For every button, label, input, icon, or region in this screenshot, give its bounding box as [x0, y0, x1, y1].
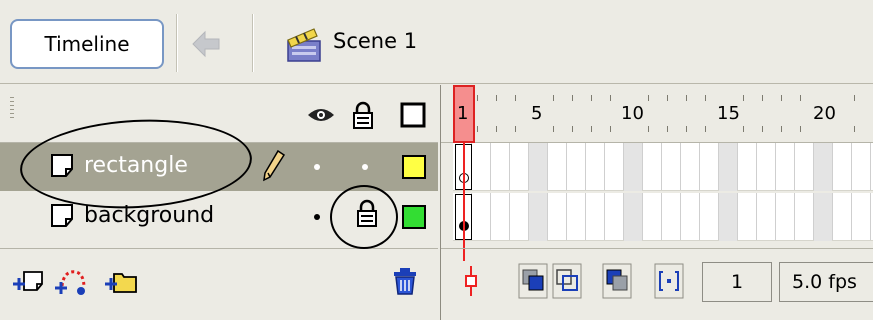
add-motion-guide-icon[interactable]	[54, 266, 88, 296]
ruler-label: 20	[813, 103, 836, 124]
visibility-dot[interactable]	[314, 164, 320, 170]
timeline-toolbar: Timeline Scene 1	[0, 0, 873, 84]
trash-icon[interactable]	[388, 266, 422, 296]
layer-icon	[51, 154, 73, 177]
onion-skin-outlines-icon[interactable]	[551, 262, 583, 300]
layer-panel: rectangle background	[0, 85, 438, 320]
toolbar-divider	[252, 14, 254, 72]
playhead-line	[463, 143, 465, 261]
outline-icon[interactable]	[398, 100, 428, 130]
frames-panel: 5 10 15 20 1 1 5.0 fps	[440, 85, 873, 320]
scene-clapperboard-icon	[287, 28, 321, 62]
current-frame-field[interactable]: 1	[702, 262, 772, 302]
insert-layer-folder-icon[interactable]	[104, 266, 138, 296]
layer-name[interactable]: background	[84, 203, 214, 228]
ruler-label: 15	[717, 103, 740, 124]
layer-row-background[interactable]: background	[0, 193, 438, 241]
edit-multiple-frames-icon[interactable]	[601, 262, 633, 300]
eye-icon[interactable]	[306, 100, 336, 130]
pencil-icon	[263, 149, 286, 182]
layer-row-rectangle[interactable]: rectangle	[0, 143, 438, 191]
layer-name[interactable]: rectangle	[84, 153, 188, 178]
back-arrow-icon[interactable]	[189, 27, 223, 61]
panel-grip[interactable]	[10, 97, 14, 121]
layer-color-swatch[interactable]	[402, 205, 426, 229]
insert-layer-icon[interactable]	[12, 266, 46, 296]
visibility-dot[interactable]	[314, 214, 320, 220]
frame-row-background[interactable]	[453, 193, 873, 241]
modify-onion-markers-icon[interactable]	[653, 262, 685, 300]
frame-ruler[interactable]: 5 10 15 20	[441, 85, 873, 143]
toolbar-divider	[176, 14, 178, 72]
playhead-frame-label: 1	[457, 103, 469, 124]
frame-grid[interactable]	[453, 143, 873, 245]
frame-rate-field[interactable]: 5.0 fps	[779, 262, 873, 302]
lock-icon[interactable]	[348, 100, 378, 130]
center-frame-icon[interactable]	[455, 262, 487, 300]
layer-color-swatch[interactable]	[402, 155, 426, 179]
playhead[interactable]: 1	[453, 85, 475, 143]
timeline-tab[interactable]: Timeline	[10, 19, 164, 69]
lock-dot[interactable]	[362, 164, 368, 170]
onion-skin-icon[interactable]	[517, 262, 549, 300]
scene-label[interactable]: Scene 1	[333, 29, 417, 53]
frame-row-rectangle[interactable]	[453, 143, 873, 191]
layer-icon	[51, 204, 73, 227]
ruler-label: 10	[621, 103, 644, 124]
layer-footer	[0, 248, 438, 320]
ruler-label: 5	[531, 103, 543, 124]
lock-icon[interactable]	[354, 199, 380, 229]
layer-header	[0, 85, 438, 143]
frames-footer: 1 5.0 fps	[441, 248, 873, 320]
